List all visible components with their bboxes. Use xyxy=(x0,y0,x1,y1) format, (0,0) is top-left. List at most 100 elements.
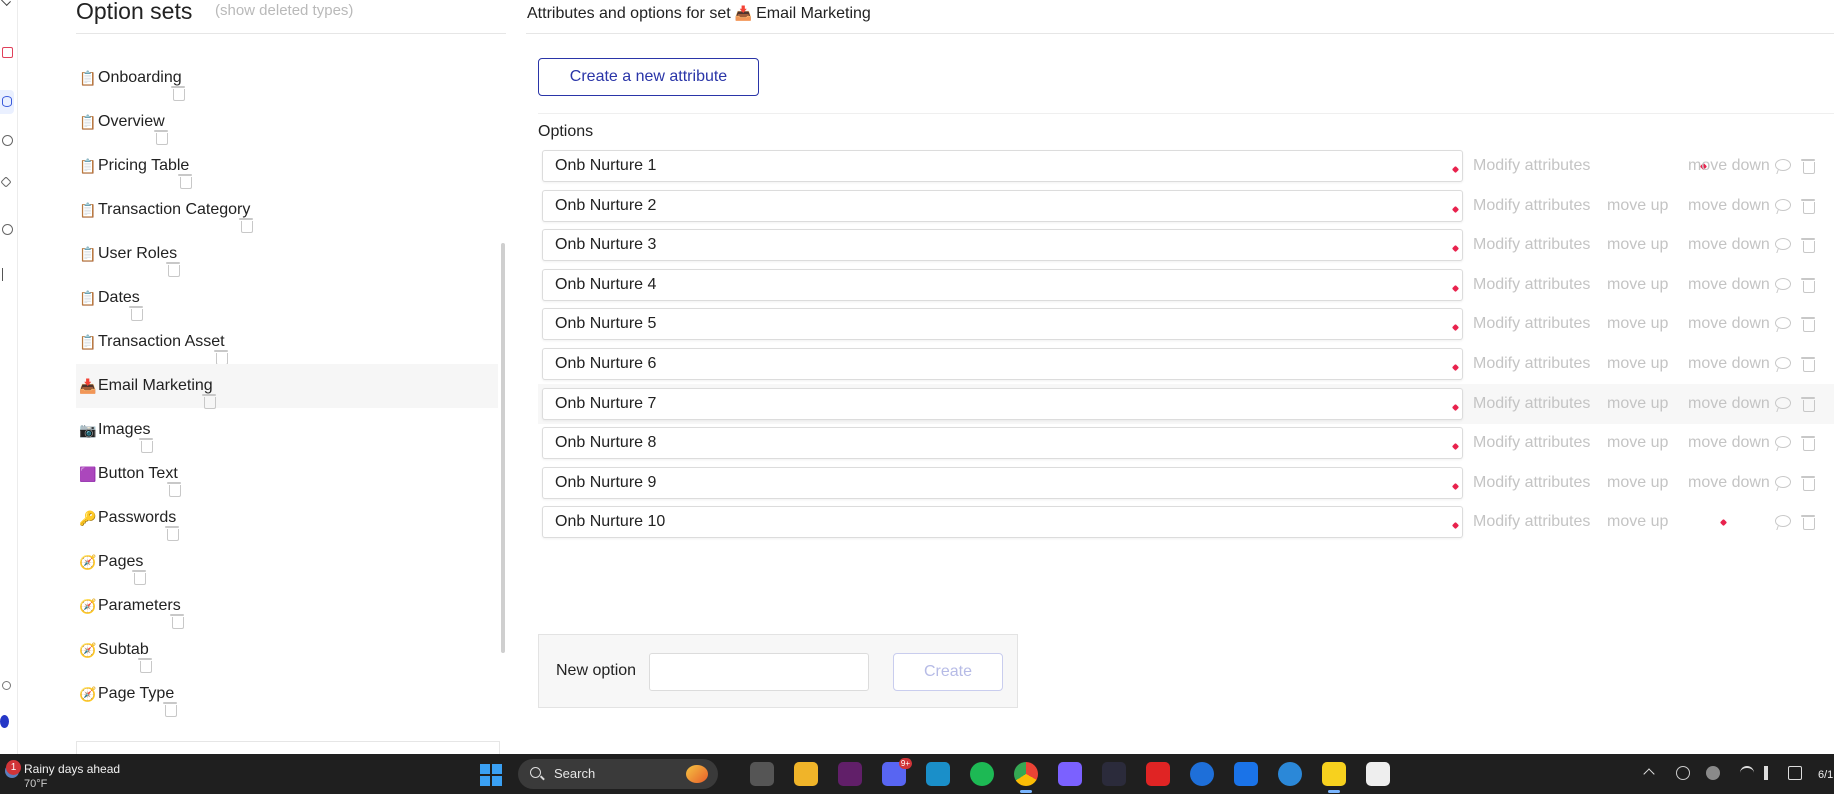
move-up-link[interactable]: move up xyxy=(1607,197,1668,215)
option-set-item[interactable]: 🧭 Subtab xyxy=(76,628,498,673)
comment-icon[interactable] xyxy=(1775,436,1791,448)
sticky-notes-icon[interactable] xyxy=(1322,762,1346,793)
option-sets-scrollbar[interactable] xyxy=(501,243,505,653)
option-set-item[interactable]: 🧭 Page Type xyxy=(76,672,498,717)
trash-icon[interactable] xyxy=(166,261,181,277)
trash-icon[interactable] xyxy=(201,393,216,409)
messenger-icon[interactable] xyxy=(1190,762,1214,786)
option-set-item[interactable]: 📥 Email Marketing xyxy=(76,364,498,409)
trash-icon[interactable] xyxy=(1801,198,1815,214)
chrome-icon[interactable] xyxy=(1014,762,1038,793)
onedrive-error-icon[interactable] xyxy=(1706,766,1720,780)
trash-icon[interactable] xyxy=(239,217,254,233)
trash-icon[interactable] xyxy=(1801,158,1815,174)
modify-attributes-link[interactable]: Modify attributes xyxy=(1473,236,1590,254)
comment-icon[interactable] xyxy=(1775,317,1791,329)
trash-icon[interactable] xyxy=(1801,356,1815,372)
option-value-field[interactable]: Onb Nurture 5 xyxy=(542,308,1463,340)
trash-icon[interactable] xyxy=(1801,237,1815,253)
option-set-item[interactable]: 📋 User Roles xyxy=(76,232,498,277)
battery-icon[interactable] xyxy=(1788,766,1802,780)
show-deleted-link[interactable]: (show deleted types) xyxy=(215,2,353,19)
option-set-item[interactable]: 📋 Dates xyxy=(76,276,498,321)
volume-icon[interactable] xyxy=(1764,766,1778,780)
trash-icon[interactable] xyxy=(1801,277,1815,293)
comment-icon[interactable] xyxy=(1775,199,1791,211)
comment-icon[interactable] xyxy=(1775,515,1791,527)
option-set-item[interactable]: 📷 Images xyxy=(76,408,498,453)
option-value-field[interactable]: Onb Nurture 9 xyxy=(542,467,1463,499)
chat-icon[interactable] xyxy=(0,715,9,728)
refresh-tray-icon[interactable] xyxy=(1676,766,1690,780)
comment-icon[interactable] xyxy=(1775,357,1791,369)
move-up-link[interactable]: move up xyxy=(1607,434,1668,452)
trash-icon[interactable] xyxy=(153,129,168,145)
collapse-icon[interactable] xyxy=(1,0,11,6)
modify-attributes-link[interactable]: Modify attributes xyxy=(1473,355,1590,373)
move-up-link[interactable]: move up xyxy=(1607,513,1668,531)
trash-icon[interactable] xyxy=(139,437,154,453)
move-up-link[interactable]: move up xyxy=(1607,315,1668,333)
trash-icon[interactable] xyxy=(163,701,178,717)
option-set-item[interactable]: 📋 Onboarding xyxy=(76,56,498,101)
option-set-item[interactable]: 📋 Transaction Category xyxy=(76,188,498,233)
move-up-link[interactable]: move up xyxy=(1607,474,1668,492)
move-up-link[interactable]: move up xyxy=(1607,236,1668,254)
move-up-link[interactable]: move up xyxy=(1607,276,1668,294)
comment-icon[interactable] xyxy=(1775,397,1791,409)
wifi-icon[interactable] xyxy=(1740,766,1754,780)
option-set-item[interactable]: 🔑 Passwords xyxy=(76,496,498,541)
trash-icon[interactable] xyxy=(1801,316,1815,332)
option-value-field[interactable]: Onb Nurture 1 xyxy=(542,150,1463,182)
create-attribute-button[interactable]: Create a new attribute xyxy=(538,58,759,96)
davinci-icon[interactable] xyxy=(1102,762,1126,786)
comment-icon[interactable] xyxy=(1775,476,1791,488)
settings-icon[interactable] xyxy=(2,224,13,235)
sync-icon[interactable] xyxy=(1278,762,1302,786)
option-set-item[interactable]: 🧭 Parameters xyxy=(76,584,498,629)
modify-attributes-link[interactable]: Modify attributes xyxy=(1473,474,1590,492)
plugins-icon[interactable] xyxy=(0,176,12,188)
trash-icon[interactable] xyxy=(132,569,147,585)
trash-icon[interactable] xyxy=(1801,435,1815,451)
option-value-field[interactable]: Onb Nurture 3 xyxy=(542,229,1463,261)
task-view-icon[interactable] xyxy=(750,762,774,786)
data-icon[interactable] xyxy=(0,90,14,114)
move-down-link[interactable]: move down xyxy=(1688,157,1770,175)
trash-icon[interactable] xyxy=(137,657,152,673)
clock[interactable]: 6/1 xyxy=(1818,768,1833,783)
trash-icon[interactable] xyxy=(128,305,143,321)
styles-icon[interactable] xyxy=(2,135,13,146)
create-option-button[interactable]: Create xyxy=(893,653,1003,691)
option-set-item[interactable]: 📋 Transaction Asset xyxy=(76,320,498,365)
move-down-link[interactable]: move down xyxy=(1688,434,1770,452)
option-value-field[interactable]: Onb Nurture 7 xyxy=(542,388,1463,420)
taskbar-search[interactable]: Search xyxy=(518,759,718,789)
move-down-link[interactable]: move down xyxy=(1688,315,1770,333)
move-up-link[interactable]: move up xyxy=(1607,355,1668,373)
modify-attributes-link[interactable]: Modify attributes xyxy=(1473,197,1590,215)
modify-attributes-link[interactable]: Modify attributes xyxy=(1473,276,1590,294)
comment-icon[interactable] xyxy=(1775,238,1791,250)
option-value-field[interactable]: Onb Nurture 8 xyxy=(542,427,1463,459)
modify-attributes-link[interactable]: Modify attributes xyxy=(1473,434,1590,452)
trash-icon[interactable] xyxy=(169,613,184,629)
discord-icon[interactable]: 9+ xyxy=(882,758,912,786)
file-explorer-icon[interactable] xyxy=(794,762,818,786)
move-down-link[interactable]: move down xyxy=(1688,395,1770,413)
new-option-input[interactable] xyxy=(649,653,869,691)
trash-icon[interactable] xyxy=(213,349,228,365)
option-set-item[interactable]: 📋 Overview xyxy=(76,100,498,145)
move-down-link[interactable]: move down xyxy=(1688,355,1770,373)
spotify-icon[interactable] xyxy=(970,762,994,786)
recorder-icon[interactable] xyxy=(1146,762,1170,786)
trash-icon[interactable] xyxy=(166,481,181,497)
modify-attributes-link[interactable]: Modify attributes xyxy=(1473,395,1590,413)
logs-icon[interactable] xyxy=(2,268,6,281)
trash-icon[interactable] xyxy=(1801,475,1815,491)
option-set-item[interactable]: 🟪 Button Text xyxy=(76,452,498,497)
snipping-tool-icon[interactable] xyxy=(1366,762,1390,786)
comment-icon[interactable] xyxy=(1775,159,1791,171)
tasks-icon[interactable] xyxy=(1058,762,1082,786)
design-icon[interactable] xyxy=(2,47,13,58)
